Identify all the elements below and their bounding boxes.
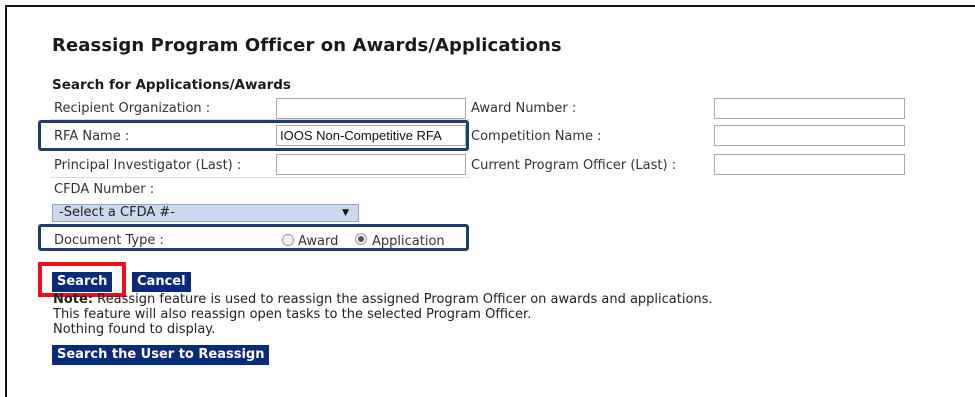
section-subtitle: Search for Applications/Awards (52, 77, 291, 93)
recipient-org-label: Recipient Organization : (54, 101, 211, 116)
search-user-button[interactable]: Search the User to Reassign (52, 345, 270, 365)
pi-last-label: Principal Investigator (Last) : (54, 158, 242, 173)
note-label: Note: (53, 292, 94, 307)
note-text: Note: Reassign feature is used to reassi… (53, 292, 713, 337)
cfda-label: CFDA Number : (54, 182, 155, 197)
cfda-select-value: -Select a CFDA #- (59, 205, 175, 220)
current-po-label: Current Program Officer (Last) : (471, 158, 677, 173)
recipient-org-input[interactable] (276, 98, 466, 119)
award-number-label: Award Number : (471, 101, 577, 116)
note-line-1: Reassign feature is used to reassign the… (93, 292, 713, 307)
empty-result-message: Nothing found to display. (53, 322, 216, 337)
doc-type-highlight-box (38, 224, 469, 251)
row-divider (50, 177, 470, 178)
note-line-2: This feature will also reassign open tas… (53, 307, 532, 322)
window-frame (5, 5, 975, 397)
pi-last-input[interactable] (276, 154, 466, 175)
cancel-button[interactable]: Cancel (132, 272, 191, 292)
current-po-input[interactable] (714, 154, 905, 175)
caret-down-icon: ▼ (342, 208, 349, 218)
cfda-select[interactable]: -Select a CFDA #- ▼ (52, 204, 359, 222)
page-title: Reassign Program Officer on Awards/Appli… (52, 35, 562, 56)
award-number-input[interactable] (714, 98, 905, 119)
competition-name-label: Competition Name : (471, 129, 602, 144)
rfa-highlight-box (38, 120, 469, 151)
competition-name-input[interactable] (714, 125, 905, 146)
